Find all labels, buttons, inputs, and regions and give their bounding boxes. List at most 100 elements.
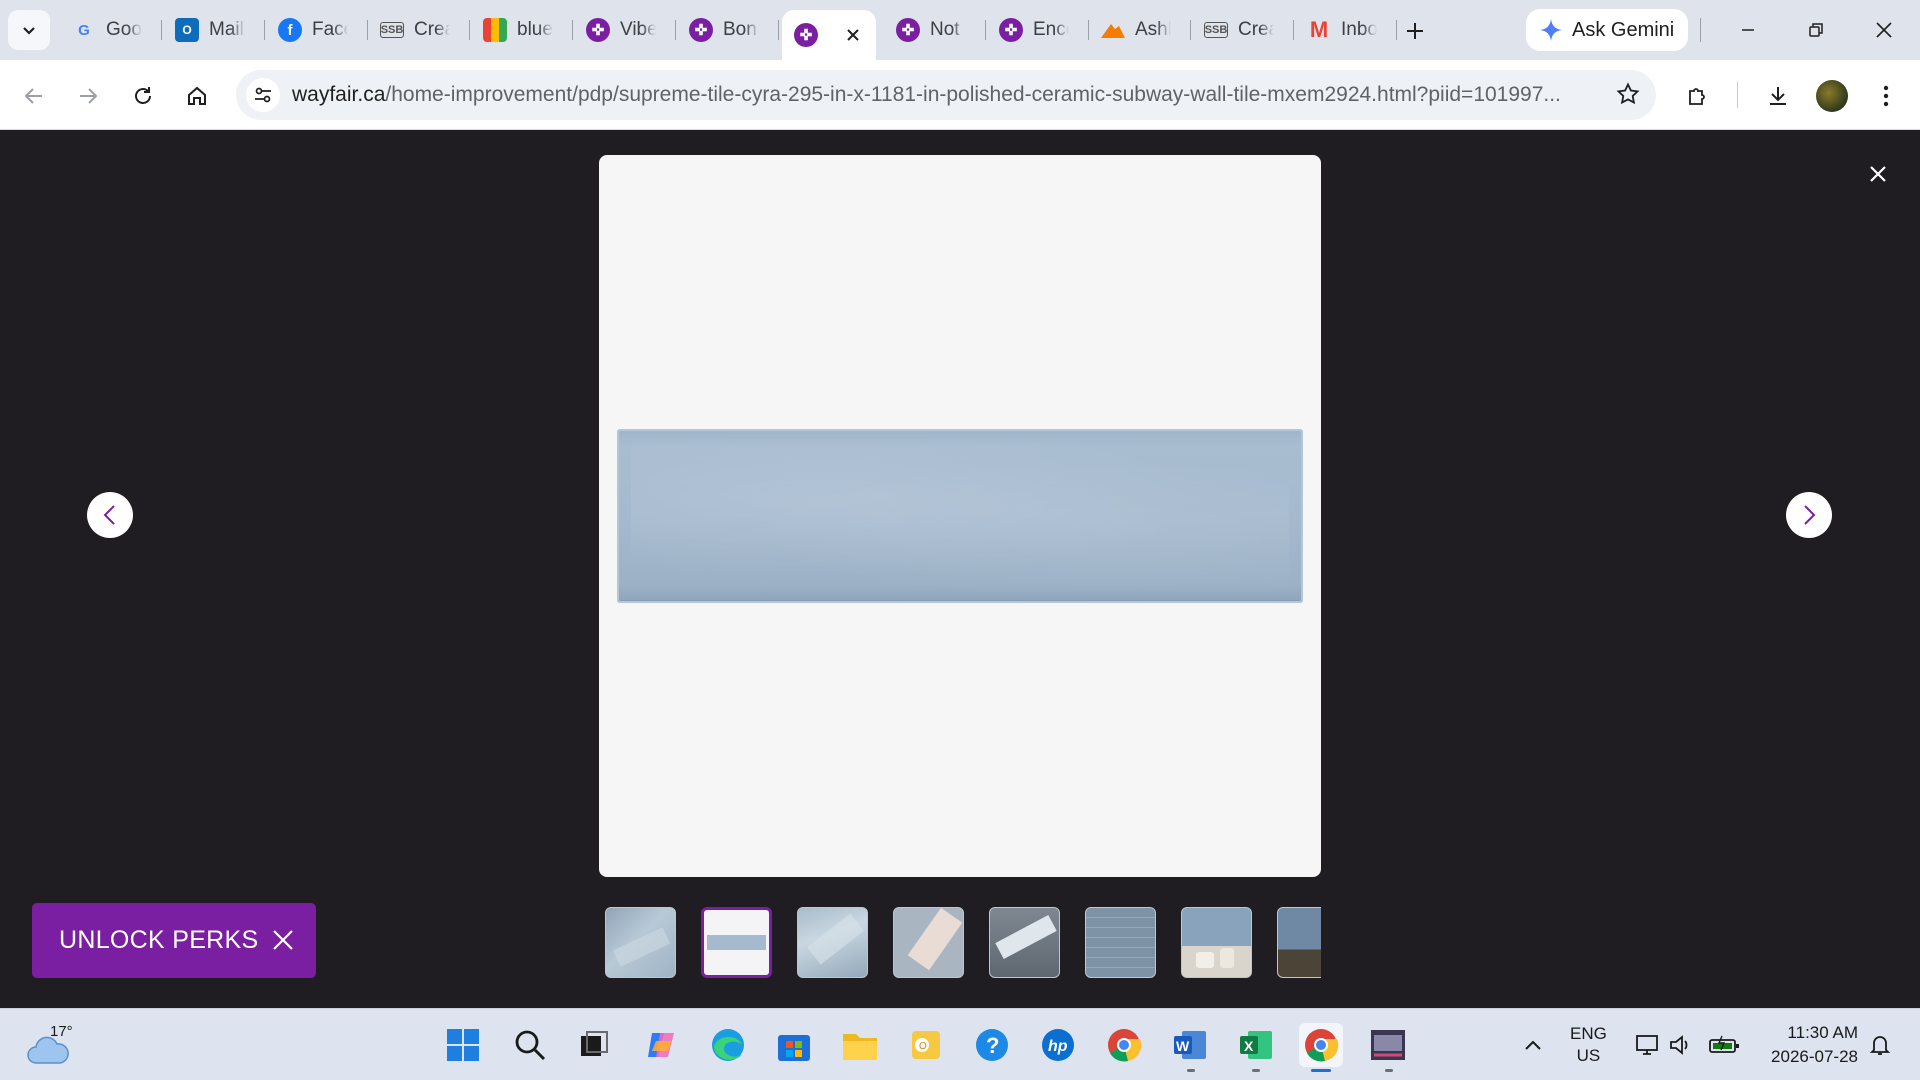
outlook-calendar-icon: O bbox=[912, 1031, 940, 1059]
back-button[interactable] bbox=[14, 76, 54, 116]
puzzle-icon bbox=[1689, 88, 1705, 105]
reload-button[interactable] bbox=[123, 76, 163, 116]
extensions-button[interactable] bbox=[1678, 76, 1718, 116]
tab-ssb-1[interactable]: SSB Crea bbox=[368, 10, 470, 50]
battery-icon[interactable] bbox=[1704, 1023, 1744, 1067]
tab-wayfair-active[interactable]: ✜ bbox=[782, 10, 876, 60]
url-text[interactable]: wayfair.ca/home-improvement/pdp/supreme-… bbox=[292, 83, 1582, 107]
close-window-button[interactable] bbox=[1862, 10, 1906, 50]
notifications-icon[interactable] bbox=[1864, 1023, 1896, 1067]
wayfair-icon: ✜ bbox=[999, 18, 1023, 42]
chevron-up-icon bbox=[1525, 1040, 1541, 1050]
close-icon bbox=[1870, 166, 1886, 182]
tab-facebook[interactable]: f Face bbox=[266, 10, 368, 50]
task-view-button[interactable] bbox=[572, 1023, 616, 1067]
show-hidden-icons-button[interactable] bbox=[1518, 1023, 1548, 1067]
thumbnail-7[interactable] bbox=[1181, 907, 1252, 978]
input-language-indicator[interactable]: ENG US bbox=[1570, 1023, 1607, 1067]
chevron-right-icon bbox=[1804, 505, 1816, 525]
home-button[interactable] bbox=[177, 76, 217, 116]
help-button[interactable]: ? bbox=[970, 1023, 1014, 1067]
windows-start-icon bbox=[447, 1029, 479, 1061]
address-bar[interactable]: wayfair.ca/home-improvement/pdp/supreme-… bbox=[236, 70, 1656, 120]
excel-button[interactable]: X bbox=[1234, 1023, 1278, 1067]
dismiss-perks-button[interactable] bbox=[268, 925, 298, 955]
download-icon bbox=[1770, 87, 1786, 105]
edge-button[interactable] bbox=[706, 1023, 750, 1067]
profile-avatar[interactable] bbox=[1816, 80, 1848, 112]
ssb-icon: SSB bbox=[380, 22, 404, 38]
ask-gemini-button[interactable]: Ask Gemini bbox=[1526, 9, 1688, 51]
tab-search-button[interactable] bbox=[8, 10, 50, 50]
tab-ssb-2[interactable]: SSB Crea bbox=[1192, 10, 1294, 50]
next-image-button[interactable] bbox=[1786, 492, 1832, 538]
thumbnail-3[interactable] bbox=[797, 907, 868, 978]
arrow-right-icon bbox=[80, 88, 98, 104]
thumbnail-6[interactable] bbox=[1085, 907, 1156, 978]
tab-gmail[interactable]: M Inbo bbox=[1295, 10, 1397, 50]
product-main-image bbox=[599, 155, 1321, 877]
excel-icon: X bbox=[1240, 1031, 1272, 1059]
svg-text:X: X bbox=[1244, 1038, 1254, 1054]
outlook-icon: O bbox=[175, 18, 199, 42]
start-button[interactable] bbox=[441, 1023, 485, 1067]
unlock-perks-label: UNLOCK PERKS bbox=[59, 926, 259, 954]
wayfair-icon: ✜ bbox=[896, 18, 920, 42]
site-info-button[interactable] bbox=[246, 78, 280, 112]
wayfair-icon: ✜ bbox=[586, 18, 610, 42]
svg-text:?: ? bbox=[986, 1033, 999, 1058]
svg-text:W: W bbox=[1176, 1038, 1190, 1054]
search-button[interactable] bbox=[508, 1023, 552, 1067]
tab-wayfair-enco[interactable]: ✜ Enco bbox=[987, 10, 1089, 50]
hp-button[interactable]: hp bbox=[1036, 1023, 1080, 1067]
tab-wayfair-vibe[interactable]: ✜ Vibe bbox=[574, 10, 676, 50]
tab-mail[interactable]: O Mail bbox=[163, 10, 265, 50]
store-button[interactable] bbox=[772, 1023, 816, 1067]
search-icon bbox=[515, 1030, 546, 1061]
bookmark-star-icon[interactable] bbox=[1616, 82, 1640, 111]
thumbnail-1[interactable] bbox=[605, 907, 676, 978]
tab-wayfair-bon[interactable]: ✜ Bon bbox=[677, 10, 779, 50]
subway-tile-image bbox=[617, 429, 1303, 603]
chevron-left-icon bbox=[103, 505, 115, 525]
minimize-button[interactable] bbox=[1726, 10, 1770, 50]
close-gallery-button[interactable] bbox=[1862, 158, 1894, 190]
tab-ashley[interactable]: Ashl bbox=[1089, 10, 1191, 50]
weather-widget[interactable]: 17° bbox=[26, 1023, 84, 1067]
close-tab-icon[interactable] bbox=[842, 24, 864, 46]
media-app-button[interactable] bbox=[1366, 1023, 1410, 1067]
tab-google[interactable]: G Goo bbox=[60, 10, 162, 50]
unlock-perks-banner[interactable]: UNLOCK PERKS bbox=[32, 903, 316, 978]
gemini-sparkle-icon bbox=[1540, 19, 1562, 41]
browser-menu-button[interactable] bbox=[1866, 76, 1906, 116]
copilot-button[interactable] bbox=[640, 1023, 684, 1067]
facebook-icon: f bbox=[278, 18, 302, 42]
folder-icon bbox=[843, 1034, 877, 1060]
volume-icon[interactable] bbox=[1664, 1023, 1696, 1067]
new-tab-button[interactable] bbox=[1400, 16, 1430, 46]
tab-shopping[interactable]: blue bbox=[471, 10, 573, 50]
downloads-button[interactable] bbox=[1758, 76, 1798, 116]
network-icon[interactable] bbox=[1630, 1023, 1666, 1067]
file-explorer-button[interactable] bbox=[838, 1023, 882, 1067]
forward-button[interactable] bbox=[68, 76, 108, 116]
reload-icon bbox=[135, 87, 151, 104]
browser-toolbar: wayfair.ca/home-improvement/pdp/supreme-… bbox=[0, 60, 1920, 130]
restore-button[interactable] bbox=[1794, 10, 1838, 50]
thumbnail-5[interactable] bbox=[989, 907, 1060, 978]
more-vertical-icon bbox=[1883, 85, 1889, 107]
ssb-icon: SSB bbox=[1204, 22, 1228, 38]
thumbnail-4[interactable] bbox=[893, 907, 964, 978]
thumbnail-8[interactable] bbox=[1277, 907, 1321, 978]
word-button[interactable]: W bbox=[1168, 1023, 1212, 1067]
chrome-button[interactable] bbox=[1102, 1023, 1146, 1067]
chrome-icon bbox=[1108, 1029, 1142, 1062]
chrome-icon bbox=[1305, 1029, 1339, 1062]
thumbnail-2[interactable] bbox=[701, 907, 772, 978]
system-clock[interactable]: 11:30 AM 2026-07-28 bbox=[1758, 1021, 1858, 1069]
plus-icon bbox=[1407, 23, 1423, 39]
previous-image-button[interactable] bbox=[87, 492, 133, 538]
outlook-taskbar-button[interactable]: O bbox=[904, 1023, 948, 1067]
tab-wayfair-not[interactable]: ✜ Not bbox=[884, 10, 986, 50]
chrome-active-button[interactable] bbox=[1299, 1023, 1343, 1067]
